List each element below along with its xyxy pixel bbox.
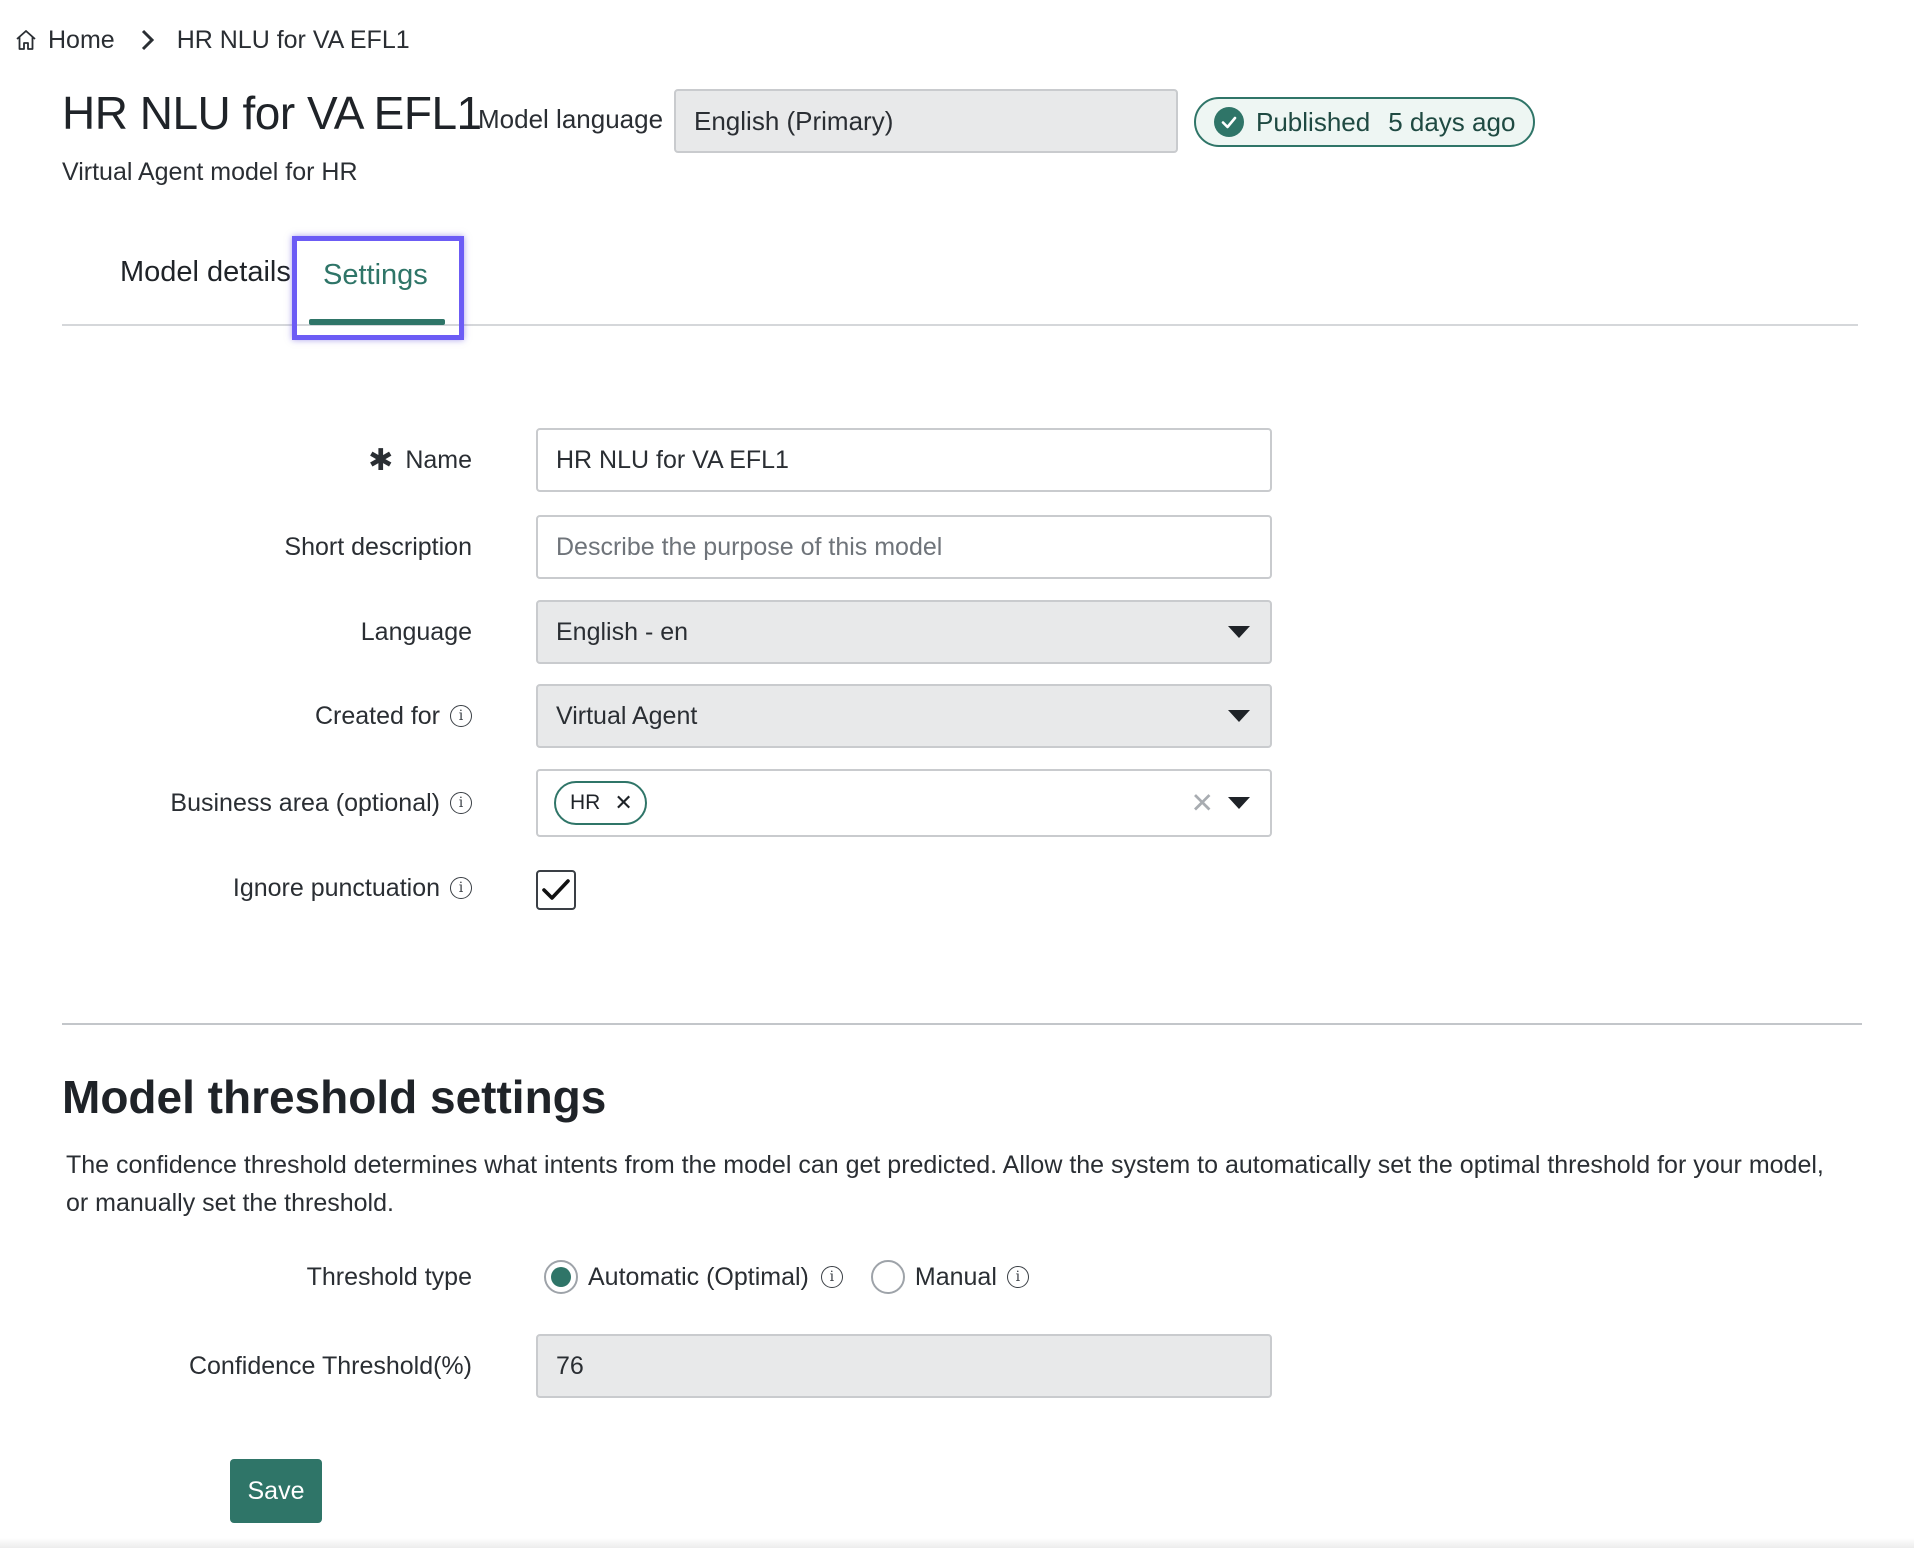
radio-manual-label[interactable]: Manual <box>915 1263 997 1292</box>
model-language-field: English (Primary) <box>674 89 1178 153</box>
short-description-placeholder: Describe the purpose of this model <box>556 532 943 561</box>
tab-model-details[interactable]: Model details <box>120 256 291 289</box>
chip-remove-icon[interactable]: ✕ <box>614 790 632 816</box>
form-row-short-description: Short description Describe the purpose o… <box>0 515 1300 579</box>
business-area-multiselect[interactable]: HR ✕ ✕ <box>536 769 1272 837</box>
language-select[interactable]: English - en <box>536 600 1272 664</box>
dropdown-caret-icon <box>1228 626 1250 638</box>
form-row-confidence-threshold: Confidence Threshold(%) 76 <box>0 1334 1300 1398</box>
info-icon[interactable]: i <box>450 705 472 727</box>
page-subtitle: Virtual Agent model for HR <box>62 158 358 186</box>
radio-manual[interactable] <box>870 1260 905 1294</box>
business-area-label: Business area (optional) i <box>0 769 472 837</box>
short-description-label: Short description <box>0 515 472 579</box>
confidence-threshold-label: Confidence Threshold(%) <box>0 1334 472 1398</box>
language-label-text: Language <box>360 617 472 646</box>
short-description-label-text: Short description <box>284 532 472 561</box>
language-label: Language <box>0 600 472 664</box>
model-language-value: English (Primary) <box>694 105 894 136</box>
name-input[interactable]: HR NLU for VA EFL1 <box>536 428 1272 492</box>
dropdown-caret-icon <box>1228 710 1250 722</box>
model-language-label: Model language <box>478 104 664 134</box>
active-tab-indicator <box>309 319 445 325</box>
status-badge: Published 5 days ago <box>1194 97 1536 147</box>
save-button[interactable]: Save <box>230 1459 322 1523</box>
status-text: Published <box>1256 106 1371 137</box>
ignore-punctuation-label: Ignore punctuation i <box>0 856 472 920</box>
name-label-text: Name <box>405 445 472 474</box>
check-circle-icon <box>1214 107 1244 137</box>
form-row-name: ✱ Name HR NLU for VA EFL1 <box>0 428 1300 492</box>
chip-label: HR <box>570 791 601 814</box>
status-time: 5 days ago <box>1388 106 1516 137</box>
breadcrumb-home-label: Home <box>48 25 115 54</box>
page-title: HR NLU for VA EFL1 <box>62 87 482 139</box>
ignore-punctuation-label-text: Ignore punctuation <box>232 873 440 902</box>
threshold-type-label-text: Threshold type <box>306 1262 472 1291</box>
confidence-threshold-label-text: Confidence Threshold(%) <box>188 1351 472 1380</box>
language-value: English - en <box>556 617 689 646</box>
form-row-language: Language English - en <box>0 600 1300 664</box>
breadcrumb: Home HR NLU for VA EFL1 <box>14 22 410 58</box>
name-value: HR NLU for VA EFL1 <box>556 445 789 474</box>
name-label: ✱ Name <box>0 428 472 492</box>
threshold-type-label: Threshold type <box>0 1245 472 1309</box>
breadcrumb-current: HR NLU for VA EFL1 <box>176 25 410 54</box>
breadcrumb-home[interactable]: Home <box>14 26 115 55</box>
chevron-right-icon <box>139 29 157 51</box>
checkmark-icon <box>542 879 570 900</box>
page: Home HR NLU for VA EFL1 HR NLU for VA EF… <box>0 0 1914 1548</box>
created-for-label-text: Created for <box>314 701 440 730</box>
form-row-ignore-punctuation: Ignore punctuation i <box>0 856 1300 920</box>
business-area-label-text: Business area (optional) <box>170 788 440 817</box>
info-icon[interactable]: i <box>450 792 472 814</box>
business-area-chip: HR ✕ <box>554 781 647 825</box>
form-row-business-area: Business area (optional) i HR ✕ ✕ <box>0 769 1300 837</box>
section-description: The confidence threshold determines what… <box>66 1151 1824 1217</box>
info-icon[interactable]: i <box>1006 1266 1029 1288</box>
info-icon[interactable]: i <box>820 1266 843 1288</box>
created-for-value: Virtual Agent <box>556 701 698 730</box>
required-icon: ✱ <box>368 443 394 477</box>
home-icon <box>14 28 38 52</box>
section-divider <box>62 1023 1862 1025</box>
section-title: Model threshold settings <box>62 1071 607 1123</box>
threshold-type-radio-group: Automatic (Optimal) i Manual i <box>544 1255 1029 1299</box>
radio-automatic-label[interactable]: Automatic (Optimal) <box>588 1263 809 1292</box>
confidence-threshold-value: 76 <box>556 1351 584 1380</box>
tab-bar: Model details Settings <box>62 236 1858 340</box>
info-icon[interactable]: i <box>450 877 472 899</box>
bottom-shadow <box>0 1538 1914 1548</box>
tab-settings[interactable]: Settings <box>323 259 428 292</box>
clear-all-icon[interactable]: ✕ <box>1191 787 1214 820</box>
ignore-punctuation-checkbox[interactable] <box>536 870 576 910</box>
dropdown-caret-icon[interactable] <box>1228 797 1250 809</box>
created-for-label: Created for i <box>0 684 472 748</box>
short-description-input[interactable]: Describe the purpose of this model <box>536 515 1272 579</box>
radio-automatic[interactable] <box>544 1260 578 1294</box>
created-for-select[interactable]: Virtual Agent <box>536 684 1272 748</box>
form-row-created-for: Created for i Virtual Agent <box>0 684 1300 748</box>
radio-selected-dot <box>551 1267 571 1287</box>
confidence-threshold-input[interactable]: 76 <box>536 1334 1272 1398</box>
tab-settings-highlight: Settings <box>292 236 464 340</box>
